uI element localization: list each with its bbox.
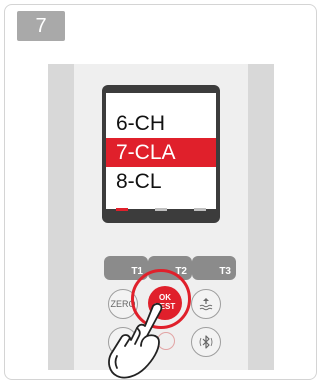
softkey-indicator-1 xyxy=(115,208,128,211)
bluetooth-button[interactable] xyxy=(191,327,221,357)
softkey-indicators xyxy=(102,202,220,217)
step-number: 7 xyxy=(35,14,47,37)
bluetooth-icon xyxy=(198,334,214,350)
menu-item-6-ch[interactable]: 6-CH xyxy=(106,109,216,138)
water-level-button[interactable] xyxy=(191,289,221,319)
left-rail xyxy=(48,64,74,370)
right-rail xyxy=(248,64,274,370)
softkey-t3[interactable]: T3 xyxy=(192,256,236,280)
device-screen: 6-CH 7-CLA 8-CL xyxy=(102,85,220,223)
softkey-indicator-2 xyxy=(154,208,167,211)
pointing-hand-icon xyxy=(103,296,169,382)
softkey-indicator-3 xyxy=(194,208,207,211)
menu-item-7-cla-selected[interactable]: 7-CLA xyxy=(106,138,216,167)
water-level-icon xyxy=(198,296,214,312)
menu-item-8-cl[interactable]: 8-CL xyxy=(106,167,216,196)
step-badge: 7 xyxy=(17,11,65,41)
screen-display: 6-CH 7-CLA 8-CL xyxy=(106,93,216,209)
